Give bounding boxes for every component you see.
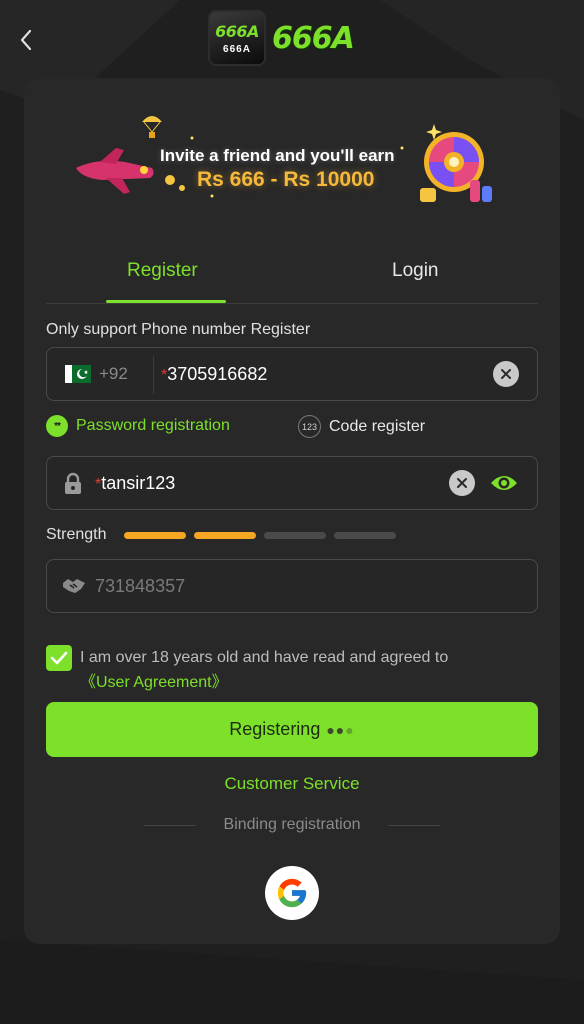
back-button[interactable] <box>12 24 40 56</box>
phone-value: 3705916682 <box>167 364 268 384</box>
lock-icon <box>65 472 81 494</box>
banner-headline: Invite a friend and you'll earn <box>160 146 395 165</box>
code-mode-icon: 123 <box>298 415 321 438</box>
password-mode-icon: ** <box>46 415 68 437</box>
register-hint: Only support Phone number Register <box>46 321 311 338</box>
chevron-left-icon <box>20 29 32 51</box>
plane-icon <box>76 148 154 194</box>
password-registration-option[interactable]: ** Password registration <box>46 415 230 437</box>
phone-field[interactable]: +92 *3705916682 <box>46 347 538 401</box>
password-visibility-toggle[interactable] <box>489 472 519 499</box>
parachute-icon <box>142 116 162 138</box>
google-login-button[interactable] <box>265 866 319 920</box>
strength-segment <box>264 532 326 539</box>
google-icon <box>277 878 307 908</box>
password-strength: Strength <box>46 524 538 546</box>
invite-banner[interactable]: Invite a friend and you'll earn Rs 666 -… <box>72 108 512 218</box>
handshake-icon <box>63 579 85 593</box>
code-register-label: Code register <box>329 417 426 435</box>
clear-circle-icon <box>457 478 467 488</box>
password-value: tansir123 <box>101 473 176 493</box>
binding-divider: Binding registration <box>144 816 440 836</box>
strength-label: Strength <box>46 526 107 543</box>
auth-tabs: Register Login <box>46 254 538 304</box>
header: 666A 666A 666A <box>0 0 584 78</box>
password-input[interactable]: *tansir123 <box>95 473 175 494</box>
field-divider <box>153 356 154 394</box>
logo-badge-subtitle: 666A <box>223 43 251 55</box>
country-code-selector[interactable]: +92 <box>99 364 128 384</box>
pakistan-flag-icon <box>65 365 91 383</box>
register-button-label: Registering <box>229 719 321 739</box>
logo-wordmark: 666A <box>272 20 355 56</box>
tab-login[interactable]: Login <box>392 260 439 282</box>
logo-badge-title: 666A <box>215 21 259 41</box>
code-register-option[interactable]: 123 Code register <box>298 415 425 438</box>
loading-spinner-icon: ●●● <box>326 721 355 738</box>
strength-segment <box>194 532 256 539</box>
phone-clear-button[interactable] <box>493 361 519 387</box>
register-card: Invite a friend and you'll earn Rs 666 -… <box>24 78 560 944</box>
invite-code-input[interactable]: 731848357 <box>95 576 185 597</box>
agreement-row: I am over 18 years old and have read and… <box>46 644 538 694</box>
divider-line <box>388 825 440 826</box>
agreement-text: I am over 18 years old and have read and… <box>80 649 449 666</box>
checkmark-icon <box>50 651 68 665</box>
clear-circle-icon <box>501 369 511 379</box>
agreement-checkbox[interactable] <box>46 645 72 671</box>
logo-badge: 666A 666A <box>208 10 266 66</box>
active-tab-indicator <box>106 300 226 303</box>
eye-icon <box>491 476 517 490</box>
brand-logo: 666A 666A 666A <box>208 10 355 66</box>
invite-code-field[interactable]: 731848357 <box>46 559 538 613</box>
phone-input[interactable]: *3705916682 <box>161 364 267 385</box>
register-button[interactable]: Registering ●●● <box>46 702 538 757</box>
user-agreement-link[interactable]: 《User Agreement》 <box>80 668 228 692</box>
registration-mode: ** Password registration 123 Code regist… <box>46 415 538 441</box>
password-clear-button[interactable] <box>449 470 475 496</box>
banner-reward: Rs 666 - Rs 10000 <box>197 168 375 191</box>
customer-service-link[interactable]: Customer Service <box>24 774 560 794</box>
tab-register[interactable]: Register <box>127 260 198 282</box>
strength-segment <box>124 532 186 539</box>
password-registration-label: Password registration <box>76 417 230 434</box>
strength-segment <box>334 532 396 539</box>
password-field[interactable]: *tansir123 <box>46 456 538 510</box>
